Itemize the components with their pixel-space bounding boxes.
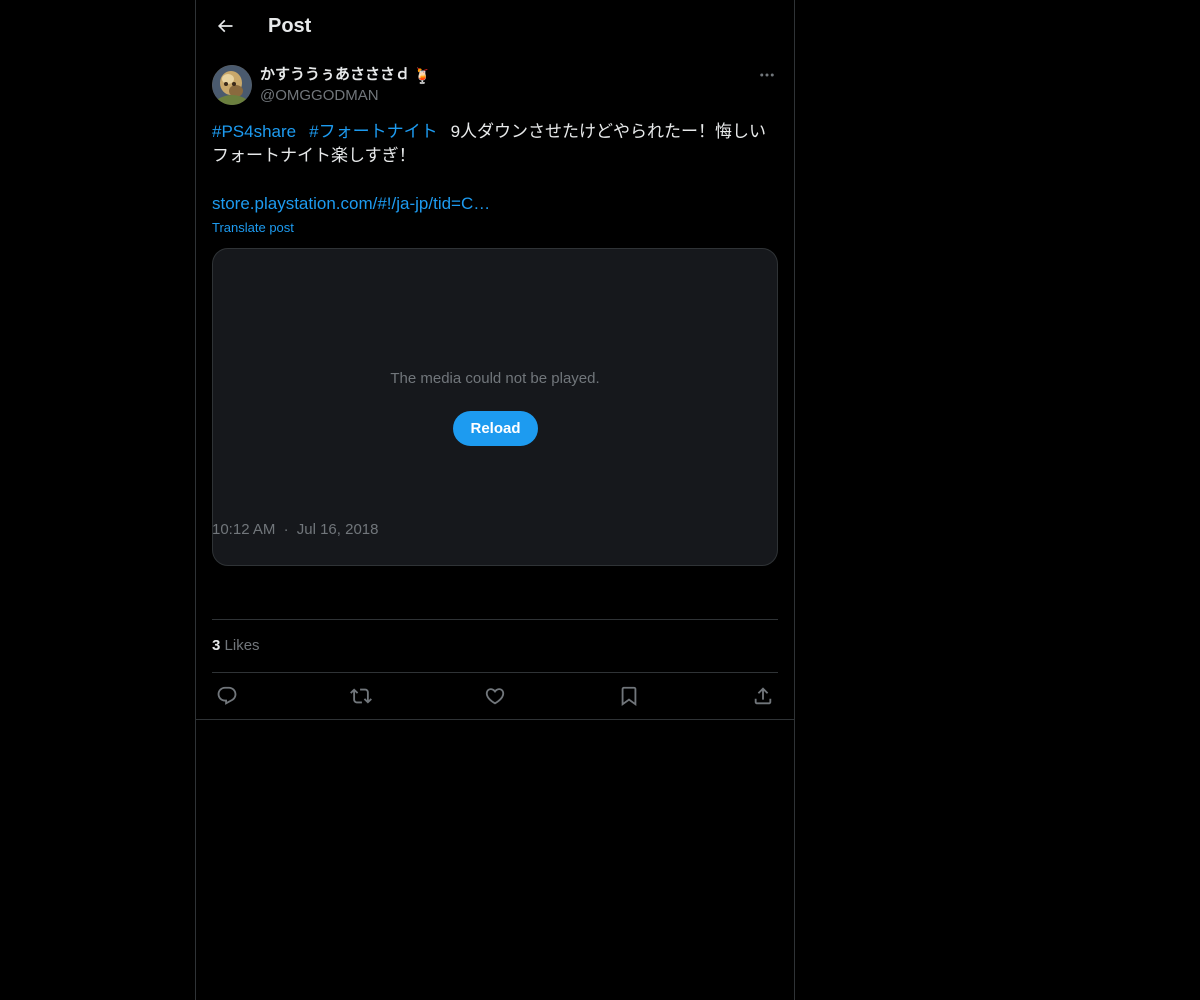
post-bottom-border — [196, 719, 794, 720]
time-separator: · — [283, 521, 289, 538]
post-time[interactable]: 10:12 AM — [212, 521, 275, 538]
likes-count: 3 — [212, 637, 221, 654]
like-button[interactable] — [480, 681, 510, 711]
likes-stat[interactable]: 3 Likes — [212, 636, 260, 656]
post-date[interactable]: Jul 16, 2018 — [297, 521, 379, 538]
divider-top — [212, 619, 778, 620]
reply-icon — [217, 686, 237, 705]
repost-icon — [350, 688, 372, 704]
bookmark-button[interactable] — [614, 681, 644, 711]
timestamp: 10:12 AM · Jul 16, 2018 — [212, 520, 378, 540]
likes-label: Likes — [224, 637, 260, 654]
reply-button[interactable] — [212, 681, 242, 711]
bookmark-icon — [621, 686, 637, 707]
repost-button[interactable] — [346, 681, 376, 711]
share-icon — [754, 687, 772, 705]
share-button[interactable] — [748, 681, 778, 711]
heart-icon — [485, 688, 505, 705]
action-bar — [212, 681, 778, 711]
post-meta: 10:12 AM · Jul 16, 2018 3 Likes — [212, 0, 778, 1000]
post-column: Post かすううぅあさささｄ 🍹 @OMGGODMAN #PS4share #… — [195, 0, 795, 1000]
divider-bottom — [212, 672, 778, 673]
